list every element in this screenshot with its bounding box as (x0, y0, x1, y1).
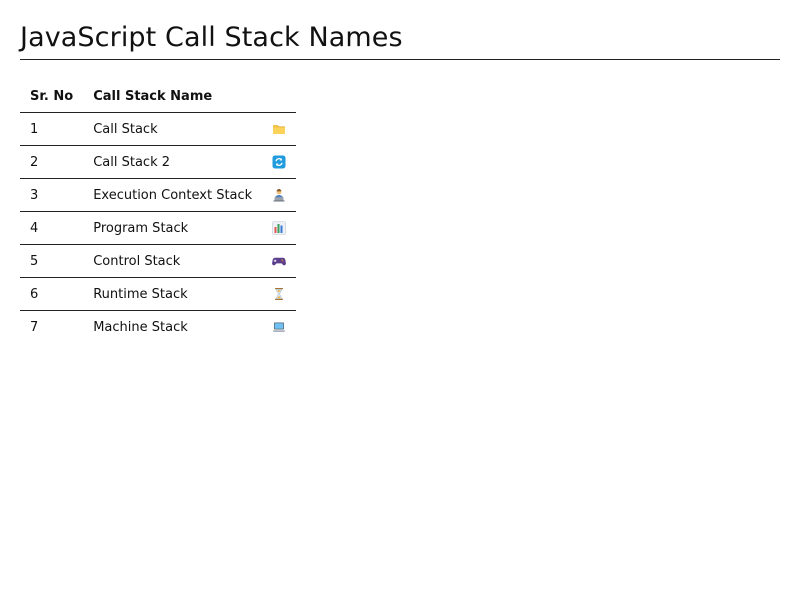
table-row: 7 Machine Stack (20, 311, 296, 344)
table-row: 1 Call Stack (20, 112, 297, 146)
row-call-stack-name: Control Stack (83, 244, 263, 278)
row-sr-no: 3 (20, 178, 84, 212)
row-sr-no: 2 (20, 145, 84, 179)
table-header-row: Sr. No Call Stack Name (20, 80, 297, 113)
laptop-icon (272, 320, 286, 334)
table-row: 3 Execution Context Stack (20, 178, 297, 212)
header-call-stack-name: Call Stack Name (83, 80, 263, 113)
row-sr-no: 5 (20, 244, 84, 278)
row-call-stack-name: Call Stack 2 (83, 145, 263, 179)
table-row: 5 Control Stack (20, 244, 297, 278)
row-call-stack-name: Program Stack (83, 211, 263, 245)
header-sr-no: Sr. No (20, 80, 84, 113)
row-sr-no: 4 (20, 211, 84, 245)
table-row: 6 Runtime Stack (20, 277, 297, 311)
call-stack-table: Sr. No Call Stack Name 1 Call Stack 2 Ca… (20, 80, 297, 344)
page-title: JavaScript Call Stack Names (20, 22, 403, 53)
row-call-stack-name: Call Stack (83, 112, 263, 146)
title-divider (20, 59, 780, 60)
page: JavaScript Call Stack Names Sr. No Call … (0, 0, 800, 600)
bar-chart-icon (272, 221, 286, 235)
row-call-stack-name: Runtime Stack (83, 277, 263, 311)
row-sr-no: 1 (20, 112, 84, 146)
folder-icon (272, 122, 286, 136)
table-row: 4 Program Stack (20, 211, 297, 245)
row-call-stack-name: Execution Context Stack (83, 178, 263, 212)
refresh-icon (272, 155, 286, 169)
table-row: 2 Call Stack 2 (20, 145, 297, 179)
hourglass-icon (272, 287, 286, 301)
person-at-laptop-icon (272, 188, 286, 202)
row-sr-no: 7 (30, 319, 39, 335)
gamepad-icon (272, 254, 287, 268)
header-icon-column (262, 80, 297, 113)
row-sr-no: 6 (20, 277, 84, 311)
row-call-stack-name: Machine Stack (93, 319, 188, 335)
